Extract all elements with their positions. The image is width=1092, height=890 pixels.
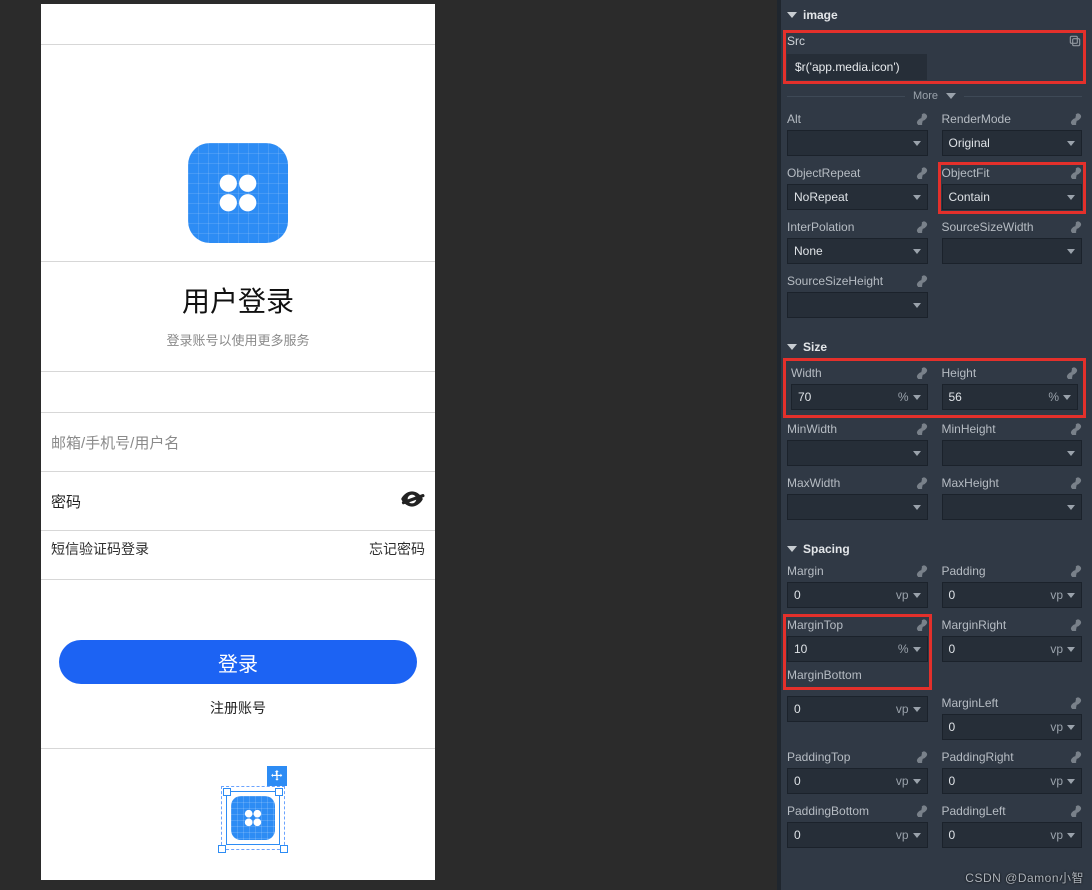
marginleft-input[interactable]: 0vp xyxy=(942,714,1083,740)
sms-login-link[interactable]: 短信验证码登录 xyxy=(51,539,149,559)
link-icon[interactable] xyxy=(916,275,928,287)
link-icon[interactable] xyxy=(916,423,928,435)
maxheight-input[interactable] xyxy=(942,494,1083,520)
paddingtop-field: PaddingTop 0vp xyxy=(787,750,928,794)
marginright-field: MarginRight 0vp xyxy=(942,618,1083,686)
alt-input[interactable] xyxy=(787,130,928,156)
rendermode-select[interactable]: Original xyxy=(942,130,1083,156)
objectrepeat-select[interactable]: NoRepeat xyxy=(787,184,928,210)
margintop-input[interactable]: 10% xyxy=(787,636,928,662)
sourcesizeheight-input[interactable] xyxy=(787,292,928,318)
link-icon[interactable] xyxy=(1070,619,1082,631)
phone-frame: 用户登录 登录账号以使用更多服务 邮箱/手机号/用户名 密码 短信验证码登录 忘… xyxy=(41,4,435,880)
interpolation-field: InterPolation None xyxy=(787,220,928,264)
move-handle-icon[interactable] xyxy=(267,766,287,786)
forgot-password-link[interactable]: 忘记密码 xyxy=(369,539,425,559)
minwidth-field: MinWidth xyxy=(787,422,928,466)
login-subtitle: 登录账号以使用更多服务 xyxy=(41,330,435,371)
minheight-input[interactable] xyxy=(942,440,1083,466)
chevron-down-icon xyxy=(787,344,797,350)
margintop-field: MarginTop 10% MarginBottom xyxy=(787,618,928,686)
maxheight-field: MaxHeight xyxy=(942,476,1083,520)
link-icon[interactable] xyxy=(1070,805,1082,817)
more-divider: More xyxy=(787,90,1082,102)
marginright-input[interactable]: 0vp xyxy=(942,636,1083,662)
register-link[interactable]: 注册账号 xyxy=(41,684,435,748)
paddingtop-input[interactable]: 0vp xyxy=(787,768,928,794)
link-icon[interactable] xyxy=(1070,113,1082,125)
password-input[interactable]: 密码 xyxy=(41,472,435,530)
paddingleft-input[interactable]: 0vp xyxy=(942,822,1083,848)
interpolation-select[interactable]: None xyxy=(787,238,928,264)
sourcesizewidth-field: SourceSizeWidth xyxy=(942,220,1083,264)
link-icon[interactable] xyxy=(1070,167,1082,179)
section-size-header[interactable]: Size xyxy=(787,332,1082,362)
width-field: Width 70% xyxy=(791,366,928,410)
minheight-field: MinHeight xyxy=(942,422,1083,466)
inspector-panel: image Src $r('app.media.icon') More Alt … xyxy=(777,0,1092,890)
link-icon[interactable] xyxy=(916,113,928,125)
margin-input[interactable]: 0vp xyxy=(787,582,928,608)
link-icon[interactable] xyxy=(916,619,928,631)
login-button[interactable]: 登录 xyxy=(59,640,417,684)
section-spacing-header[interactable]: Spacing xyxy=(787,534,1082,564)
paddingleft-field: PaddingLeft 0vp xyxy=(942,804,1083,848)
objectrepeat-field: ObjectRepeat NoRepeat xyxy=(787,166,928,210)
margin-field: Margin 0vp xyxy=(787,564,928,608)
objectfit-field: ObjectFit Contain xyxy=(942,166,1083,210)
login-title: 用户登录 xyxy=(41,262,435,330)
height-field: Height 56% xyxy=(942,366,1079,410)
maxwidth-input[interactable] xyxy=(787,494,928,520)
height-input[interactable]: 56% xyxy=(942,384,1079,410)
paddingright-input[interactable]: 0vp xyxy=(942,768,1083,794)
rendermode-field: RenderMode Original xyxy=(942,112,1083,156)
marginbottom-field: 0vp xyxy=(787,696,928,740)
width-input[interactable]: 70% xyxy=(791,384,928,410)
padding-field: Padding 0vp xyxy=(942,564,1083,608)
size-width-height-group: Width 70% Height 56% xyxy=(787,362,1082,414)
marginbottom-input[interactable]: 0vp xyxy=(787,696,928,722)
link-icon[interactable] xyxy=(1070,477,1082,489)
src-label: Src xyxy=(787,34,805,48)
link-icon[interactable] xyxy=(916,751,928,763)
src-field: Src $r('app.media.icon') xyxy=(787,34,1082,80)
password-placeholder: 密码 xyxy=(51,491,81,512)
eye-off-icon[interactable] xyxy=(399,486,425,516)
link-icon[interactable] xyxy=(916,167,928,179)
section-image-header[interactable]: image xyxy=(787,0,1082,30)
alt-field: Alt xyxy=(787,112,928,156)
src-input[interactable]: $r('app.media.icon') xyxy=(787,54,927,80)
marginleft-field: MarginLeft 0vp xyxy=(942,696,1083,740)
link-icon[interactable] xyxy=(1070,423,1082,435)
paddingbottom-field: PaddingBottom 0vp xyxy=(787,804,928,848)
sourcesizeheight-field: SourceSizeHeight xyxy=(787,274,928,318)
watermark: CSDN @Damon小智 xyxy=(965,869,1084,886)
maxwidth-field: MaxWidth xyxy=(787,476,928,520)
sourcesizewidth-input[interactable] xyxy=(942,238,1083,264)
link-icon[interactable] xyxy=(1070,221,1082,233)
padding-input[interactable]: 0vp xyxy=(942,582,1083,608)
minwidth-input[interactable] xyxy=(787,440,928,466)
copy-icon[interactable] xyxy=(1068,34,1082,48)
link-icon[interactable] xyxy=(1070,565,1082,577)
preview-canvas: 用户登录 登录账号以使用更多服务 邮箱/手机号/用户名 密码 短信验证码登录 忘… xyxy=(0,0,730,890)
selected-image-thumb xyxy=(231,796,275,840)
selected-image-element[interactable] xyxy=(221,786,285,850)
account-input[interactable]: 邮箱/手机号/用户名 xyxy=(41,413,435,471)
link-icon[interactable] xyxy=(916,805,928,817)
link-icon[interactable] xyxy=(916,565,928,577)
objectfit-select[interactable]: Contain xyxy=(942,184,1083,210)
link-icon[interactable] xyxy=(1070,751,1082,763)
link-icon[interactable] xyxy=(916,477,928,489)
app-logo-row xyxy=(41,125,435,261)
link-icon[interactable] xyxy=(1066,367,1078,379)
chevron-down-icon xyxy=(787,12,797,18)
link-icon[interactable] xyxy=(916,221,928,233)
paddingright-field: PaddingRight 0vp xyxy=(942,750,1083,794)
link-icon[interactable] xyxy=(916,367,928,379)
app-logo-icon xyxy=(188,143,288,243)
paddingbottom-input[interactable]: 0vp xyxy=(787,822,928,848)
chevron-down-icon xyxy=(787,546,797,552)
link-icon[interactable] xyxy=(1070,697,1082,709)
